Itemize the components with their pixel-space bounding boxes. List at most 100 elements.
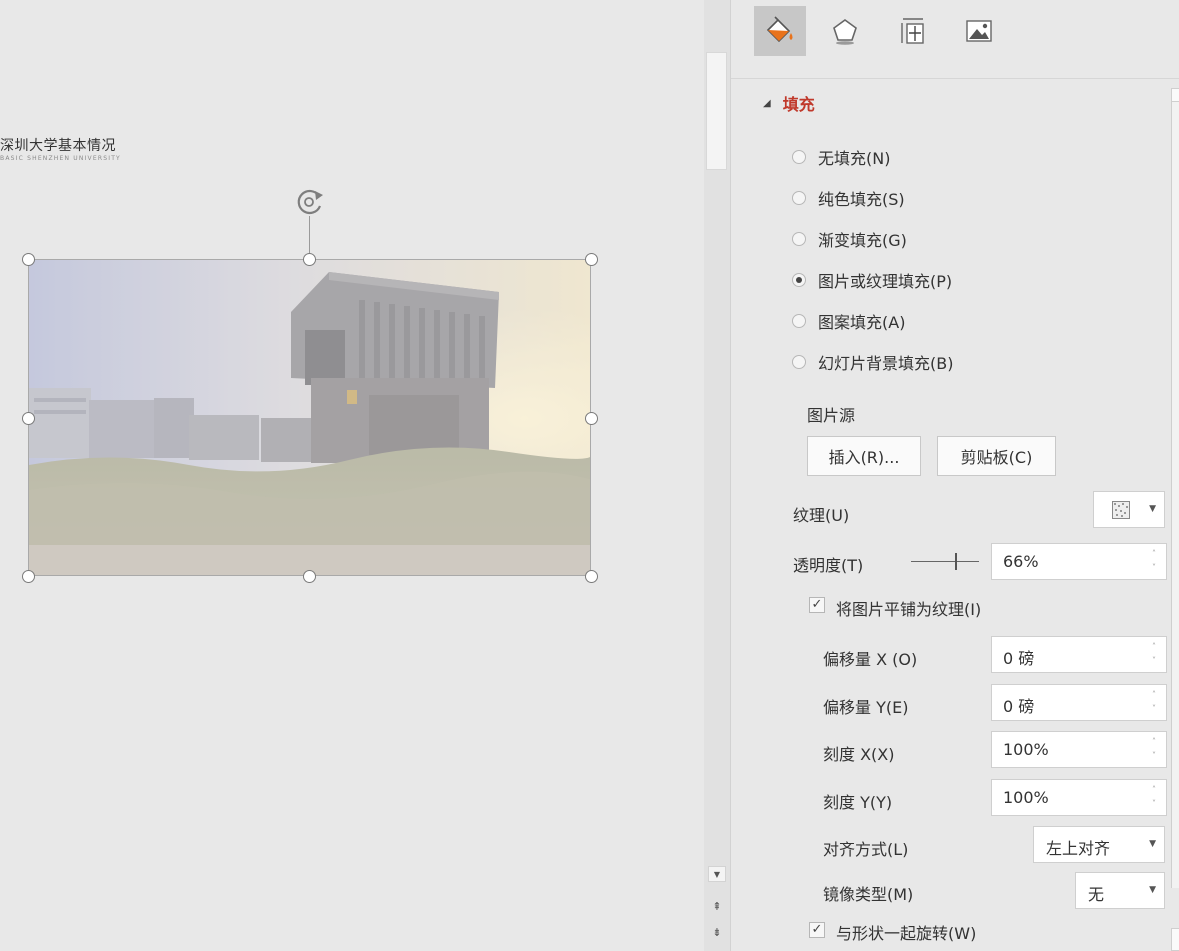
spin-down-icon[interactable]: ˅: [1148, 561, 1160, 575]
picture-source-label: 图片源: [807, 406, 856, 425]
rotate-handle-icon[interactable]: [293, 185, 327, 219]
resize-handle-top[interactable]: [303, 253, 316, 266]
pane-vertical-scrollbar[interactable]: [1171, 88, 1179, 888]
rotate-with-shape-checkbox[interactable]: ✓: [809, 922, 825, 938]
radio-pattern-fill[interactable]: 图案填充(A): [792, 309, 905, 333]
resize-handle-top-right[interactable]: [585, 253, 598, 266]
resize-handle-bottom-right[interactable]: [585, 570, 598, 583]
dropdown-arrow-icon: ▼: [1149, 885, 1156, 895]
spin-arrows[interactable]: ˄ ˅: [1148, 547, 1160, 575]
scale-x-spinner[interactable]: 100% ˄ ˅: [991, 731, 1167, 768]
radio-label: 图片或纹理填充(P): [818, 272, 953, 291]
collapse-triangle-icon: ◢: [763, 97, 771, 109]
fill-section-header[interactable]: ◢ 填充: [763, 91, 815, 115]
scale-x-label: 刻度 X(X): [823, 745, 895, 764]
radio-label: 无填充(N): [818, 149, 891, 168]
spin-up-icon[interactable]: ˄: [1148, 547, 1160, 561]
radio-button[interactable]: [792, 232, 806, 246]
slide-subtitle: BASIC SHENZHEN UNIVERSITY: [0, 155, 121, 162]
slide-vertical-scrollbar[interactable]: ▼ ⇞ ⇟: [704, 0, 731, 951]
radio-button-selected[interactable]: [792, 273, 806, 287]
radio-button[interactable]: [792, 314, 806, 328]
radio-picture-texture-fill[interactable]: 图片或纹理填充(P): [792, 268, 952, 292]
resize-handle-right[interactable]: [585, 412, 598, 425]
offset-x-spinner[interactable]: 0 磅 ˄ ˅: [991, 636, 1167, 673]
scale-y-label: 刻度 Y(Y): [823, 793, 893, 812]
picture-icon: [966, 20, 992, 42]
offset-x-label: 偏移量 X (O): [823, 650, 918, 669]
transparency-spinner[interactable]: 66% ˄ ˅: [991, 543, 1167, 580]
resize-handle-bottom-left[interactable]: [22, 570, 35, 583]
slide-title[interactable]: 深圳大学基本情况: [0, 135, 116, 155]
alignment-label: 对齐方式(L): [823, 840, 909, 859]
radio-label: 幻灯片背景填充(B): [818, 354, 954, 373]
paint-bucket-icon: [766, 16, 793, 43]
spin-down-icon[interactable]: ˅: [1148, 749, 1160, 763]
tab-effects[interactable]: [819, 6, 871, 56]
format-shape-pane: ◢ 填充 无填充(N) 纯色填充(S) 渐变填充(G) 图片或纹理填充(P) 图…: [731, 0, 1179, 951]
texture-swatch-icon: [1112, 501, 1130, 519]
alignment-value: 左上对齐: [1046, 839, 1111, 858]
spin-down-icon[interactable]: ˅: [1148, 654, 1160, 668]
radio-slide-background-fill[interactable]: 幻灯片背景填充(B): [792, 350, 953, 374]
radio-button[interactable]: [792, 150, 806, 164]
spin-up-icon[interactable]: ˄: [1148, 735, 1160, 749]
spin-up-icon[interactable]: ˄: [1148, 688, 1160, 702]
texture-dropdown[interactable]: ▼: [1093, 491, 1165, 528]
fill-section-title: 填充: [782, 95, 815, 114]
offset-y-value[interactable]: 0 磅: [1003, 693, 1034, 717]
scale-y-value[interactable]: 100%: [1003, 788, 1049, 807]
triangle-down-icon[interactable]: ▼: [708, 866, 726, 882]
double-chevron-down-icon[interactable]: ⇟: [708, 925, 726, 941]
tile-checkbox-label: 将图片平铺为纹理(I): [836, 600, 982, 619]
size-properties-icon: [901, 18, 924, 44]
slider-thumb[interactable]: [955, 553, 957, 570]
tab-picture[interactable]: [953, 6, 1005, 56]
dropdown-arrow-icon: ▼: [1149, 504, 1156, 514]
radio-button[interactable]: [792, 191, 806, 205]
slide-canvas[interactable]: 深圳大学基本情况 BASIC SHENZHEN UNIVERSITY: [0, 0, 704, 951]
scale-y-spinner[interactable]: 100% ˄ ˅: [991, 779, 1167, 816]
radio-label: 渐变填充(G): [818, 231, 907, 250]
spin-down-icon[interactable]: ˅: [1148, 702, 1160, 716]
spin-arrows[interactable]: ˄ ˅: [1148, 640, 1160, 668]
double-chevron-up-icon[interactable]: ⇞: [708, 899, 726, 915]
resize-handle-top-left[interactable]: [22, 253, 35, 266]
slider-track: [911, 561, 979, 562]
radio-button[interactable]: [792, 355, 806, 369]
mirror-type-value: 无: [1088, 885, 1105, 904]
pentagon-icon: [833, 19, 857, 45]
radio-label: 图案填充(A): [818, 313, 906, 332]
radio-gradient-fill[interactable]: 渐变填充(G): [792, 227, 907, 251]
spin-arrows[interactable]: ˄ ˅: [1148, 688, 1160, 716]
radio-solid-fill[interactable]: 纯色填充(S): [792, 186, 905, 210]
offset-y-spinner[interactable]: 0 磅 ˄ ˅: [991, 684, 1167, 721]
tab-size-properties[interactable]: [887, 6, 939, 56]
resize-handle-left[interactable]: [22, 412, 35, 425]
transparency-value[interactable]: 66%: [1003, 552, 1039, 571]
offset-y-label: 偏移量 Y(E): [823, 698, 909, 717]
spin-arrows[interactable]: ˄ ˅: [1148, 783, 1160, 811]
spin-down-icon[interactable]: ˅: [1148, 797, 1160, 811]
dropdown-arrow-icon: ▼: [1149, 839, 1156, 849]
scale-x-value[interactable]: 100%: [1003, 740, 1049, 759]
tab-fill-line[interactable]: [754, 6, 806, 56]
offset-x-value[interactable]: 0 磅: [1003, 645, 1034, 669]
selected-picture-shape[interactable]: [28, 259, 591, 576]
pane-scroll-up-button[interactable]: [1171, 88, 1179, 102]
transparency-label: 透明度(T): [793, 556, 864, 575]
radio-no-fill[interactable]: 无填充(N): [792, 145, 890, 169]
tile-checkbox[interactable]: ✓: [809, 597, 825, 613]
mirror-type-dropdown[interactable]: 无 ▼: [1075, 872, 1165, 909]
transparency-slider[interactable]: [911, 553, 979, 571]
spin-arrows[interactable]: ˄ ˅: [1148, 735, 1160, 763]
spin-up-icon[interactable]: ˄: [1148, 783, 1160, 797]
pane-scroll-down-button[interactable]: [1171, 928, 1179, 951]
alignment-dropdown[interactable]: 左上对齐 ▼: [1033, 826, 1165, 863]
insert-picture-button[interactable]: 插入(R)...: [807, 436, 921, 476]
resize-handle-bottom[interactable]: [303, 570, 316, 583]
scrollbar-thumb[interactable]: [706, 52, 727, 170]
clipboard-button[interactable]: 剪贴板(C): [937, 436, 1056, 476]
campus-building-photo: [29, 260, 590, 575]
spin-up-icon[interactable]: ˄: [1148, 640, 1160, 654]
